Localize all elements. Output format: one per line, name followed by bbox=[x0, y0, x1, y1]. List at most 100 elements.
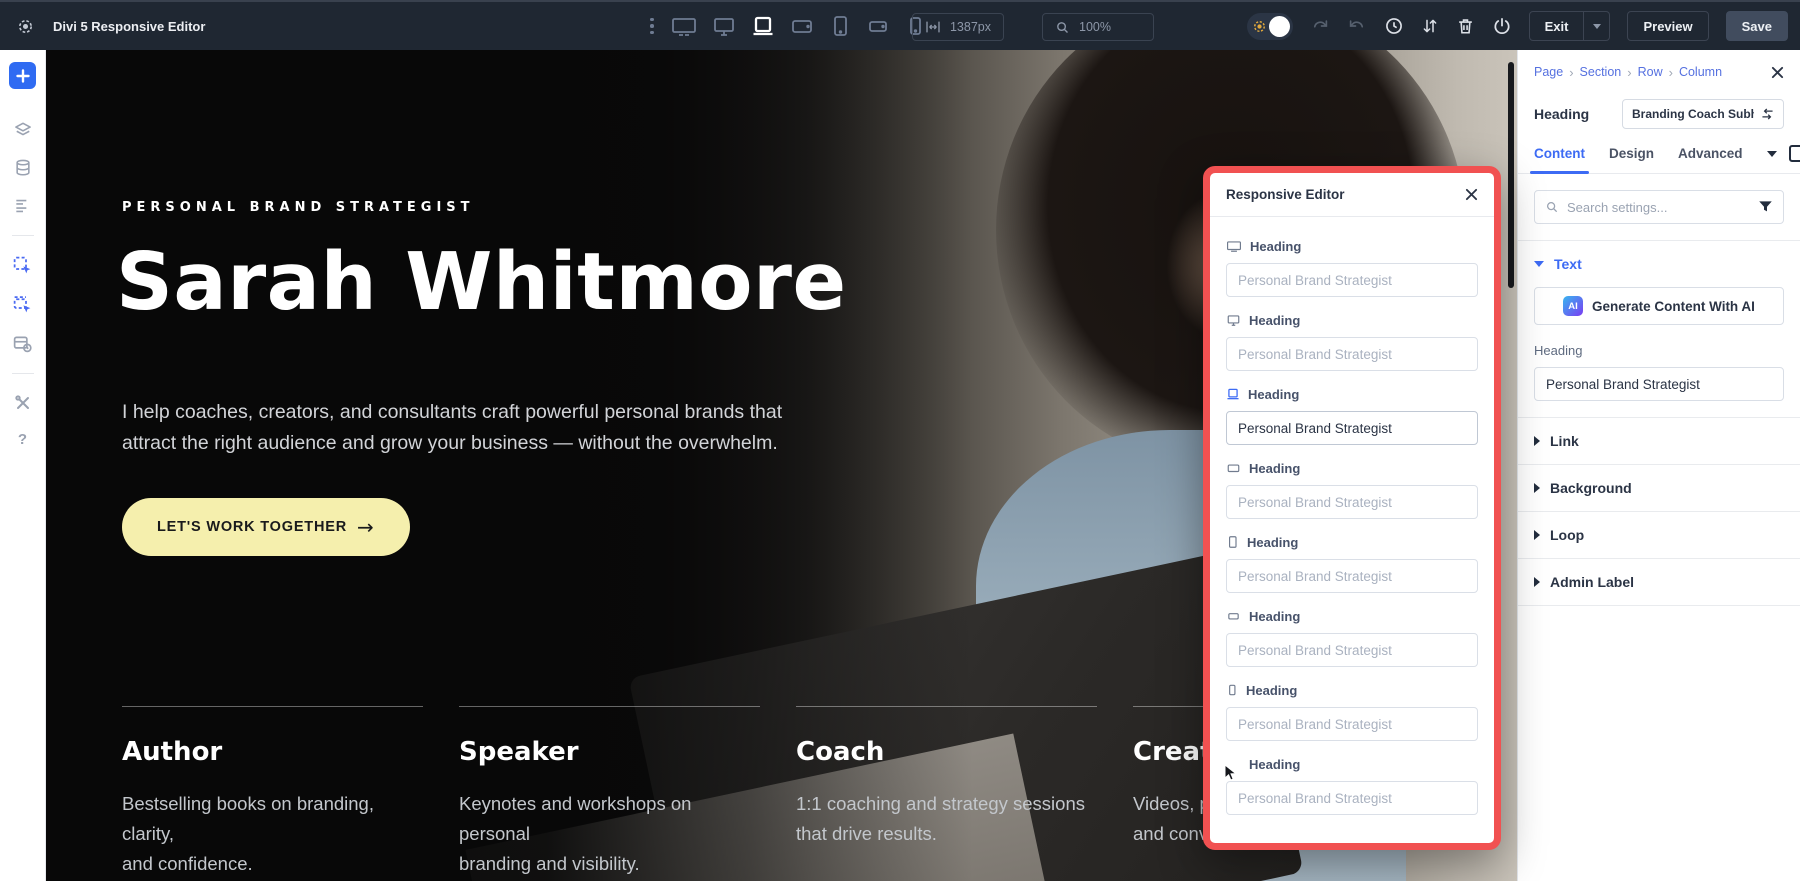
layers-icon[interactable] bbox=[13, 120, 33, 140]
filter-icon[interactable] bbox=[1758, 200, 1773, 214]
toggle-gear-icon bbox=[1252, 19, 1267, 34]
phone-icon bbox=[1226, 683, 1238, 697]
tabs-dropdown-icon[interactable] bbox=[1767, 151, 1777, 157]
phone-landscape-icon bbox=[1226, 609, 1241, 623]
builder-mode-toggle[interactable] bbox=[1247, 13, 1293, 40]
laptop-icon bbox=[1226, 387, 1240, 401]
modal-title: Responsive Editor bbox=[1226, 187, 1345, 202]
preview-button[interactable]: Preview bbox=[1627, 11, 1708, 41]
heading-input-phone-small[interactable] bbox=[1226, 781, 1478, 815]
settings-tabs: Content Design Advanced bbox=[1518, 134, 1800, 174]
builder-settings-gear-icon[interactable] bbox=[16, 17, 35, 36]
portability-power-icon[interactable] bbox=[1492, 16, 1512, 36]
undo-icon[interactable] bbox=[1310, 17, 1330, 35]
database-icon[interactable] bbox=[13, 158, 33, 178]
device-tablet-icon[interactable] bbox=[829, 14, 851, 38]
chevron-right-icon: › bbox=[1627, 65, 1631, 80]
tab-advanced[interactable]: Advanced bbox=[1678, 134, 1743, 173]
preset-value: Branding Coach Subhe... bbox=[1632, 107, 1754, 121]
chevron-down-icon bbox=[1534, 261, 1544, 267]
app-title: Divi 5 Responsive Editor bbox=[53, 19, 205, 34]
sort-order-icon[interactable] bbox=[1421, 16, 1439, 36]
more-options-icon[interactable] bbox=[648, 18, 656, 35]
device-desktop-icon[interactable] bbox=[712, 14, 736, 38]
preset-selector[interactable]: Branding Coach Subhe... bbox=[1622, 99, 1784, 129]
column-speaker: Speaker Keynotes and workshops on person… bbox=[459, 706, 760, 879]
device-tablet-landscape-icon[interactable] bbox=[790, 14, 814, 38]
breadcrumb-column[interactable]: Column bbox=[1679, 65, 1722, 79]
settings-search bbox=[1534, 190, 1784, 224]
column-author: Author Bestselling books on branding, cl… bbox=[122, 706, 423, 879]
save-button[interactable]: Save bbox=[1726, 11, 1788, 41]
search-icon bbox=[1545, 200, 1559, 214]
breakpoint-row-phone: Heading bbox=[1226, 681, 1478, 741]
generate-ai-button[interactable]: AI Generate Content With AI bbox=[1534, 287, 1784, 325]
section-text[interactable]: Text bbox=[1534, 241, 1784, 287]
zoom-level-value: 100% bbox=[1079, 20, 1111, 34]
heading-field-input[interactable] bbox=[1534, 367, 1784, 401]
breadcrumb-row[interactable]: Row bbox=[1638, 65, 1663, 79]
history-icon[interactable] bbox=[1384, 16, 1404, 36]
breakpoint-row-tablet: Heading bbox=[1226, 533, 1478, 593]
chevron-right-icon bbox=[1534, 483, 1540, 493]
column-coach: Coach 1:1 coaching and strategy sessions… bbox=[796, 706, 1097, 879]
section-text-title: Text bbox=[1554, 256, 1582, 272]
chevron-right-icon bbox=[1534, 436, 1540, 446]
breakpoint-row-desktop: Heading bbox=[1226, 311, 1478, 371]
exit-button[interactable]: Exit bbox=[1529, 11, 1585, 41]
divi-builder-window: Divi 5 Responsive Editor bbox=[0, 0, 1800, 881]
heading-input-desktop[interactable] bbox=[1226, 337, 1478, 371]
device-desktop-wide-icon[interactable] bbox=[671, 14, 697, 38]
zoom-level-input[interactable]: 100% bbox=[1042, 13, 1154, 41]
desktop-icon bbox=[1226, 313, 1241, 327]
ai-badge-icon: AI bbox=[1563, 296, 1583, 316]
width-arrows-icon bbox=[925, 20, 941, 34]
device-phone-landscape-icon[interactable] bbox=[866, 14, 890, 38]
heading-input-tablet[interactable] bbox=[1226, 559, 1478, 593]
hero-eyebrow: PERSONAL BRAND STRATEGIST bbox=[122, 200, 475, 215]
heading-input-phone[interactable] bbox=[1226, 707, 1478, 741]
heading-input-phone-landscape[interactable] bbox=[1226, 633, 1478, 667]
tab-content[interactable]: Content bbox=[1534, 134, 1585, 173]
divider bbox=[12, 235, 34, 236]
panel-close-icon[interactable] bbox=[1771, 66, 1784, 79]
heading-input-tablet-landscape[interactable] bbox=[1226, 485, 1478, 519]
trash-icon[interactable] bbox=[1456, 16, 1475, 36]
element-header: Heading Branding Coach Subhe... bbox=[1534, 94, 1784, 134]
zoom-magnifier-icon bbox=[1055, 20, 1070, 35]
add-module-button[interactable] bbox=[9, 62, 36, 89]
responsive-editor-modal: Responsive Editor Heading Heading bbox=[1203, 166, 1501, 850]
developer-tools-icon[interactable] bbox=[13, 393, 33, 413]
viewport-width-value: 1387px bbox=[950, 20, 991, 34]
select-module-icon[interactable] bbox=[12, 255, 33, 276]
tab-design[interactable]: Design bbox=[1609, 134, 1654, 173]
responsive-preview-icon[interactable] bbox=[1789, 145, 1800, 162]
hero-description: I help coaches, creators, and consultant… bbox=[122, 397, 782, 459]
section-link[interactable]: Link bbox=[1534, 418, 1784, 464]
breadcrumb-page[interactable]: Page bbox=[1534, 65, 1563, 79]
module-presets-icon[interactable] bbox=[12, 333, 33, 354]
divider bbox=[1518, 605, 1800, 606]
wireframe-list-icon[interactable] bbox=[13, 196, 33, 216]
redo-icon[interactable] bbox=[1347, 17, 1367, 35]
breakpoint-row-laptop: Heading bbox=[1226, 385, 1478, 445]
settings-search-input[interactable] bbox=[1567, 200, 1750, 215]
device-laptop-icon[interactable] bbox=[751, 14, 775, 38]
viewport-width-input[interactable]: 1387px bbox=[912, 13, 1004, 41]
exit-dropdown-button[interactable] bbox=[1584, 11, 1610, 41]
cta-button[interactable]: LET'S WORK TOGETHER → bbox=[122, 498, 410, 556]
help-icon[interactable]: ? bbox=[18, 431, 27, 448]
heading-input-desktop-wide[interactable] bbox=[1226, 263, 1478, 297]
section-background[interactable]: Background bbox=[1534, 465, 1784, 511]
heading-input-laptop[interactable] bbox=[1226, 411, 1478, 445]
canvas-scrollbar[interactable] bbox=[1508, 62, 1514, 288]
breakpoint-row-phone-small: Heading bbox=[1226, 755, 1478, 815]
modal-close-icon[interactable] bbox=[1465, 188, 1478, 201]
chevron-right-icon bbox=[1534, 530, 1540, 540]
section-loop[interactable]: Loop bbox=[1534, 512, 1784, 558]
section-admin-label[interactable]: Admin Label bbox=[1534, 559, 1784, 605]
divider bbox=[12, 373, 34, 374]
preset-swap-icon bbox=[1761, 108, 1774, 120]
breadcrumb-section[interactable]: Section bbox=[1580, 65, 1622, 79]
select-row-icon[interactable] bbox=[12, 294, 33, 315]
